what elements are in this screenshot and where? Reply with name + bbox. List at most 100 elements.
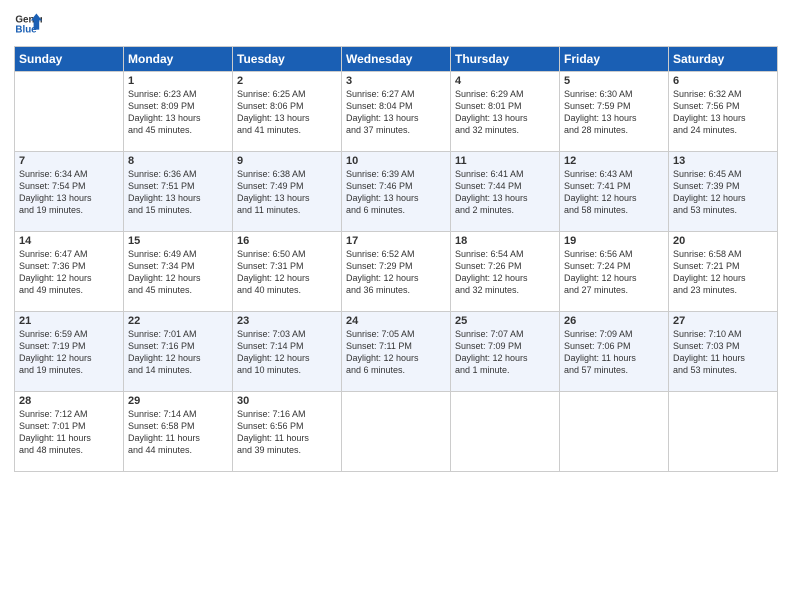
logo: General Blue — [14, 10, 44, 38]
calendar-cell: 10Sunrise: 6:39 AM Sunset: 7:46 PM Dayli… — [342, 152, 451, 232]
calendar-cell: 7Sunrise: 6:34 AM Sunset: 7:54 PM Daylig… — [15, 152, 124, 232]
day-info: Sunrise: 6:49 AM Sunset: 7:34 PM Dayligh… — [128, 248, 228, 297]
calendar-cell: 6Sunrise: 6:32 AM Sunset: 7:56 PM Daylig… — [669, 72, 778, 152]
day-number: 15 — [128, 235, 228, 247]
calendar-cell: 20Sunrise: 6:58 AM Sunset: 7:21 PM Dayli… — [669, 232, 778, 312]
calendar-cell: 2Sunrise: 6:25 AM Sunset: 8:06 PM Daylig… — [233, 72, 342, 152]
header-row: SundayMondayTuesdayWednesdayThursdayFrid… — [15, 47, 778, 72]
day-number: 11 — [455, 155, 555, 167]
day-info: Sunrise: 7:14 AM Sunset: 6:58 PM Dayligh… — [128, 408, 228, 457]
day-info: Sunrise: 6:56 AM Sunset: 7:24 PM Dayligh… — [564, 248, 664, 297]
day-number: 5 — [564, 75, 664, 87]
week-row-2: 7Sunrise: 6:34 AM Sunset: 7:54 PM Daylig… — [15, 152, 778, 232]
day-info: Sunrise: 7:12 AM Sunset: 7:01 PM Dayligh… — [19, 408, 119, 457]
day-header-monday: Monday — [124, 47, 233, 72]
day-number: 16 — [237, 235, 337, 247]
day-header-wednesday: Wednesday — [342, 47, 451, 72]
calendar-cell: 5Sunrise: 6:30 AM Sunset: 7:59 PM Daylig… — [560, 72, 669, 152]
calendar-cell: 27Sunrise: 7:10 AM Sunset: 7:03 PM Dayli… — [669, 312, 778, 392]
calendar-cell: 25Sunrise: 7:07 AM Sunset: 7:09 PM Dayli… — [451, 312, 560, 392]
calendar-cell: 4Sunrise: 6:29 AM Sunset: 8:01 PM Daylig… — [451, 72, 560, 152]
day-number: 20 — [673, 235, 773, 247]
day-info: Sunrise: 7:07 AM Sunset: 7:09 PM Dayligh… — [455, 328, 555, 377]
calendar-cell: 15Sunrise: 6:49 AM Sunset: 7:34 PM Dayli… — [124, 232, 233, 312]
calendar-cell — [669, 392, 778, 472]
day-number: 13 — [673, 155, 773, 167]
day-header-saturday: Saturday — [669, 47, 778, 72]
day-info: Sunrise: 6:47 AM Sunset: 7:36 PM Dayligh… — [19, 248, 119, 297]
calendar-cell: 8Sunrise: 6:36 AM Sunset: 7:51 PM Daylig… — [124, 152, 233, 232]
day-info: Sunrise: 7:05 AM Sunset: 7:11 PM Dayligh… — [346, 328, 446, 377]
calendar-cell — [342, 392, 451, 472]
calendar-cell: 16Sunrise: 6:50 AM Sunset: 7:31 PM Dayli… — [233, 232, 342, 312]
calendar-cell — [560, 392, 669, 472]
day-number: 28 — [19, 395, 119, 407]
day-number: 2 — [237, 75, 337, 87]
day-info: Sunrise: 6:43 AM Sunset: 7:41 PM Dayligh… — [564, 168, 664, 217]
day-info: Sunrise: 6:45 AM Sunset: 7:39 PM Dayligh… — [673, 168, 773, 217]
day-info: Sunrise: 6:54 AM Sunset: 7:26 PM Dayligh… — [455, 248, 555, 297]
calendar-cell — [451, 392, 560, 472]
day-number: 10 — [346, 155, 446, 167]
calendar-cell: 24Sunrise: 7:05 AM Sunset: 7:11 PM Dayli… — [342, 312, 451, 392]
day-header-friday: Friday — [560, 47, 669, 72]
day-number: 9 — [237, 155, 337, 167]
day-info: Sunrise: 6:50 AM Sunset: 7:31 PM Dayligh… — [237, 248, 337, 297]
day-number: 7 — [19, 155, 119, 167]
day-number: 8 — [128, 155, 228, 167]
header: General Blue — [14, 10, 778, 38]
calendar-cell: 11Sunrise: 6:41 AM Sunset: 7:44 PM Dayli… — [451, 152, 560, 232]
day-number: 18 — [455, 235, 555, 247]
day-info: Sunrise: 7:03 AM Sunset: 7:14 PM Dayligh… — [237, 328, 337, 377]
calendar-cell: 3Sunrise: 6:27 AM Sunset: 8:04 PM Daylig… — [342, 72, 451, 152]
day-info: Sunrise: 6:38 AM Sunset: 7:49 PM Dayligh… — [237, 168, 337, 217]
day-info: Sunrise: 6:27 AM Sunset: 8:04 PM Dayligh… — [346, 88, 446, 137]
week-row-3: 14Sunrise: 6:47 AM Sunset: 7:36 PM Dayli… — [15, 232, 778, 312]
day-info: Sunrise: 6:25 AM Sunset: 8:06 PM Dayligh… — [237, 88, 337, 137]
day-number: 26 — [564, 315, 664, 327]
day-header-sunday: Sunday — [15, 47, 124, 72]
calendar-cell: 28Sunrise: 7:12 AM Sunset: 7:01 PM Dayli… — [15, 392, 124, 472]
page-container: General Blue SundayMondayTuesdayWednesda… — [0, 0, 792, 482]
day-info: Sunrise: 6:32 AM Sunset: 7:56 PM Dayligh… — [673, 88, 773, 137]
day-number: 6 — [673, 75, 773, 87]
week-row-5: 28Sunrise: 7:12 AM Sunset: 7:01 PM Dayli… — [15, 392, 778, 472]
week-row-4: 21Sunrise: 6:59 AM Sunset: 7:19 PM Dayli… — [15, 312, 778, 392]
day-info: Sunrise: 6:23 AM Sunset: 8:09 PM Dayligh… — [128, 88, 228, 137]
day-number: 21 — [19, 315, 119, 327]
day-number: 23 — [237, 315, 337, 327]
calendar-cell: 12Sunrise: 6:43 AM Sunset: 7:41 PM Dayli… — [560, 152, 669, 232]
calendar-cell: 26Sunrise: 7:09 AM Sunset: 7:06 PM Dayli… — [560, 312, 669, 392]
day-number: 30 — [237, 395, 337, 407]
calendar-cell: 29Sunrise: 7:14 AM Sunset: 6:58 PM Dayli… — [124, 392, 233, 472]
day-number: 24 — [346, 315, 446, 327]
day-number: 12 — [564, 155, 664, 167]
day-info: Sunrise: 6:39 AM Sunset: 7:46 PM Dayligh… — [346, 168, 446, 217]
day-info: Sunrise: 6:52 AM Sunset: 7:29 PM Dayligh… — [346, 248, 446, 297]
day-number: 19 — [564, 235, 664, 247]
day-number: 14 — [19, 235, 119, 247]
day-number: 27 — [673, 315, 773, 327]
calendar-cell: 30Sunrise: 7:16 AM Sunset: 6:56 PM Dayli… — [233, 392, 342, 472]
calendar-cell: 18Sunrise: 6:54 AM Sunset: 7:26 PM Dayli… — [451, 232, 560, 312]
calendar-cell: 23Sunrise: 7:03 AM Sunset: 7:14 PM Dayli… — [233, 312, 342, 392]
day-info: Sunrise: 7:09 AM Sunset: 7:06 PM Dayligh… — [564, 328, 664, 377]
day-info: Sunrise: 6:58 AM Sunset: 7:21 PM Dayligh… — [673, 248, 773, 297]
calendar-cell: 17Sunrise: 6:52 AM Sunset: 7:29 PM Dayli… — [342, 232, 451, 312]
day-number: 17 — [346, 235, 446, 247]
calendar-table: SundayMondayTuesdayWednesdayThursdayFrid… — [14, 46, 778, 472]
calendar-cell: 9Sunrise: 6:38 AM Sunset: 7:49 PM Daylig… — [233, 152, 342, 232]
day-number: 1 — [128, 75, 228, 87]
calendar-cell: 1Sunrise: 6:23 AM Sunset: 8:09 PM Daylig… — [124, 72, 233, 152]
day-header-tuesday: Tuesday — [233, 47, 342, 72]
day-number: 29 — [128, 395, 228, 407]
day-info: Sunrise: 7:10 AM Sunset: 7:03 PM Dayligh… — [673, 328, 773, 377]
calendar-cell: 22Sunrise: 7:01 AM Sunset: 7:16 PM Dayli… — [124, 312, 233, 392]
day-info: Sunrise: 7:16 AM Sunset: 6:56 PM Dayligh… — [237, 408, 337, 457]
day-info: Sunrise: 6:29 AM Sunset: 8:01 PM Dayligh… — [455, 88, 555, 137]
logo-icon: General Blue — [14, 10, 42, 38]
day-header-thursday: Thursday — [451, 47, 560, 72]
calendar-cell: 21Sunrise: 6:59 AM Sunset: 7:19 PM Dayli… — [15, 312, 124, 392]
day-number: 22 — [128, 315, 228, 327]
day-info: Sunrise: 6:41 AM Sunset: 7:44 PM Dayligh… — [455, 168, 555, 217]
